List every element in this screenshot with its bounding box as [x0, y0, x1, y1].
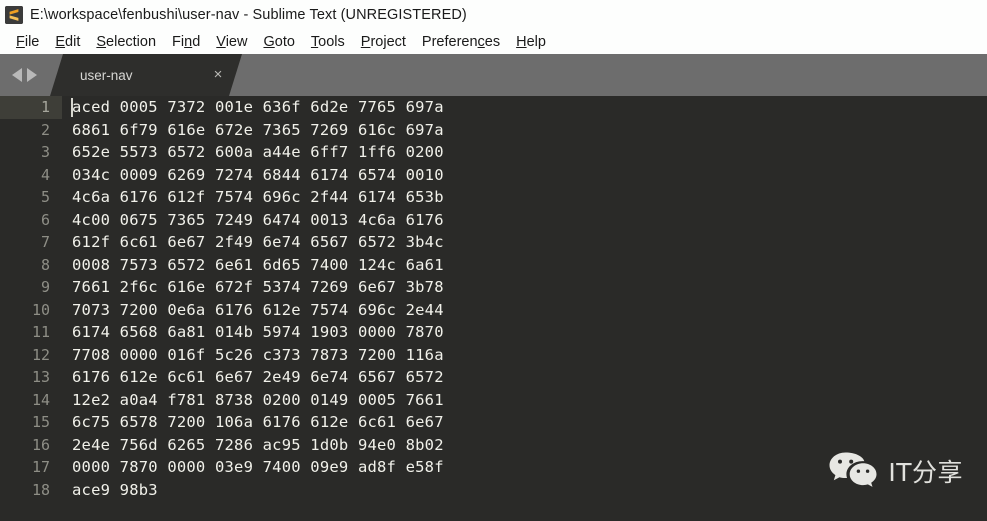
menu-selection[interactable]: Selection [88, 32, 164, 52]
sublime-text-window: E:\workspace\fenbushi\user-nav - Sublime… [0, 0, 987, 521]
line-text[interactable]: 4c6a 6176 612f 7574 696c 2f44 6174 653b [62, 186, 987, 209]
tab-strip: user-nav × [50, 54, 242, 96]
sublime-text-icon [5, 5, 23, 24]
line-text[interactable]: 0000 7870 0000 03e9 7400 09e9 ad8f e58f [62, 456, 987, 479]
code-line[interactable]: 6 4c00 0675 7365 7249 6474 0013 4c6a 6176 [0, 209, 987, 232]
window-title: E:\workspace\fenbushi\user-nav - Sublime… [30, 6, 467, 23]
menu-tools[interactable]: Tools [303, 32, 353, 52]
editor-pane[interactable]: 1 aced 0005 7372 001e 636f 6d2e 7765 697a… [0, 96, 987, 521]
line-number: 6 [40, 210, 50, 229]
line-text[interactable]: aced 0005 7372 001e 636f 6d2e 7765 697a [62, 96, 987, 119]
code-line[interactable]: 18 ace9 98b3 [0, 479, 987, 502]
code-lines: 1 aced 0005 7372 001e 636f 6d2e 7765 697a… [0, 96, 987, 521]
text-cursor [71, 98, 73, 117]
line-number: 17 [31, 458, 50, 476]
menu-view-label: View [216, 33, 248, 50]
menu-goto[interactable]: Goto [255, 32, 302, 52]
menu-help[interactable]: Help [508, 32, 554, 52]
code-line[interactable]: 7 612f 6c61 6e67 2f49 6e74 6567 6572 3b4c [0, 231, 987, 254]
line-number: 16 [31, 435, 50, 454]
menu-view[interactable]: View [208, 32, 255, 52]
line-text[interactable]: 612f 6c61 6e67 2f49 6e74 6567 6572 3b4c [62, 231, 987, 254]
menu-selection-label: Selection [96, 33, 157, 50]
menu-edit-label: Edit [55, 33, 81, 50]
line-number: 7 [40, 233, 50, 251]
code-line[interactable]: 8 0008 7573 6572 6e61 6d65 7400 124c 6a61 [0, 254, 987, 277]
line-text[interactable]: 6176 612e 6c61 6e67 2e49 6e74 6567 6572 [62, 366, 987, 389]
line-text[interactable]: 12e2 a0a4 f781 8738 0200 0149 0005 7661 [62, 389, 987, 412]
code-line[interactable]: 10 7073 7200 0e6a 6176 612e 7574 696c 2e4… [0, 299, 987, 322]
line-number: 12 [31, 345, 50, 364]
line-number: 5 [40, 188, 50, 206]
code-line[interactable]: 14 12e2 a0a4 f781 8738 0200 0149 0005 766… [0, 389, 987, 412]
code-line[interactable]: 9 7661 2f6c 616e 672f 5374 7269 6e67 3b78 [0, 276, 987, 299]
line-text[interactable]: 034c 0009 6269 7274 6844 6174 6574 0010 [62, 164, 987, 187]
line-number: 10 [31, 300, 50, 319]
menu-goto-label: Goto [263, 33, 295, 50]
line-text[interactable]: 7708 0000 016f 5c26 c373 7873 7200 116a [62, 344, 987, 367]
line-text[interactable]: 6174 6568 6a81 014b 5974 1903 0000 7870 [62, 321, 987, 344]
code-line[interactable]: 13 6176 612e 6c61 6e67 2e49 6e74 6567 657… [0, 366, 987, 389]
tab-user-nav-label: user-nav [80, 67, 133, 83]
code-line[interactable]: 4 034c 0009 6269 7274 6844 6174 6574 0010 [0, 164, 987, 187]
line-number: 3 [40, 143, 50, 161]
code-line[interactable]: 12 7708 0000 016f 5c26 c373 7873 7200 116… [0, 344, 987, 367]
menu-bar: File Edit Selection Find View Goto Tools… [0, 29, 987, 54]
title-bar: E:\workspace\fenbushi\user-nav - Sublime… [0, 0, 987, 29]
code-line[interactable]: 11 6174 6568 6a81 014b 5974 1903 0000 787… [0, 321, 987, 344]
prev-tab-arrow-icon[interactable] [12, 68, 22, 82]
menu-find-label: Find [172, 33, 201, 50]
code-line[interactable]: 5 4c6a 6176 612f 7574 696c 2f44 6174 653b [0, 186, 987, 209]
line-text[interactable]: 0008 7573 6572 6e61 6d65 7400 124c 6a61 [62, 254, 987, 277]
code-line[interactable]: 3 652e 5573 6572 600a a44e 6ff7 1ff6 0200 [0, 141, 987, 164]
code-line[interactable]: 15 6c75 6578 7200 106a 6176 612e 6c61 6e6… [0, 411, 987, 434]
line-number: 2 [40, 120, 50, 139]
line-number: 15 [31, 413, 50, 431]
line-number: 4 [40, 165, 50, 184]
menu-file[interactable]: File [8, 32, 47, 52]
line-number: 11 [31, 323, 50, 341]
line-text[interactable]: 4c00 0675 7365 7249 6474 0013 4c6a 6176 [62, 209, 987, 232]
line-text[interactable]: 2e4e 756d 6265 7286 ac95 1d0b 94e0 8b02 [62, 434, 987, 457]
line-number: 14 [31, 390, 50, 409]
code-line[interactable]: 2 6861 6f79 616e 672e 7365 7269 616c 697a [0, 119, 987, 142]
close-icon[interactable]: × [210, 67, 226, 83]
line-number: 13 [31, 368, 50, 386]
line-text[interactable]: 6861 6f79 616e 672e 7365 7269 616c 697a [62, 119, 987, 142]
line-text[interactable]: 6c75 6578 7200 106a 6176 612e 6c61 6e67 [62, 411, 987, 434]
tab-user-nav[interactable]: user-nav × [50, 54, 242, 96]
line-text[interactable]: 7661 2f6c 616e 672f 5374 7269 6e67 3b78 [62, 276, 987, 299]
menu-preferences[interactable]: Preferences [414, 32, 508, 52]
menu-edit[interactable]: Edit [47, 32, 88, 52]
menu-find[interactable]: Find [164, 32, 208, 52]
line-text[interactable]: ace9 98b3 [62, 479, 987, 502]
menu-project-label: Project [360, 33, 406, 50]
tab-bar: user-nav × [0, 54, 987, 96]
line-number: 1 [0, 96, 62, 119]
menu-file-label: File [16, 33, 40, 50]
line-number: 18 [31, 480, 50, 499]
line-number: 9 [40, 278, 50, 296]
next-tab-arrow-icon[interactable] [27, 68, 37, 82]
menu-help-label: Help [516, 33, 546, 50]
menu-project[interactable]: Project [353, 32, 414, 52]
tab-nav-arrows [0, 54, 37, 96]
menu-tools-label: Tools [310, 33, 345, 50]
code-line[interactable]: 1 aced 0005 7372 001e 636f 6d2e 7765 697a [0, 96, 987, 119]
code-line[interactable]: 17 0000 7870 0000 03e9 7400 09e9 ad8f e58… [0, 456, 987, 479]
code-line[interactable]: 16 2e4e 756d 6265 7286 ac95 1d0b 94e0 8b0… [0, 434, 987, 457]
menu-preferences-label: Preferences [421, 33, 501, 50]
line-text[interactable]: 7073 7200 0e6a 6176 612e 7574 696c 2e44 [62, 299, 987, 322]
line-text[interactable]: 652e 5573 6572 600a a44e 6ff7 1ff6 0200 [62, 141, 987, 164]
line-number: 8 [40, 255, 50, 274]
